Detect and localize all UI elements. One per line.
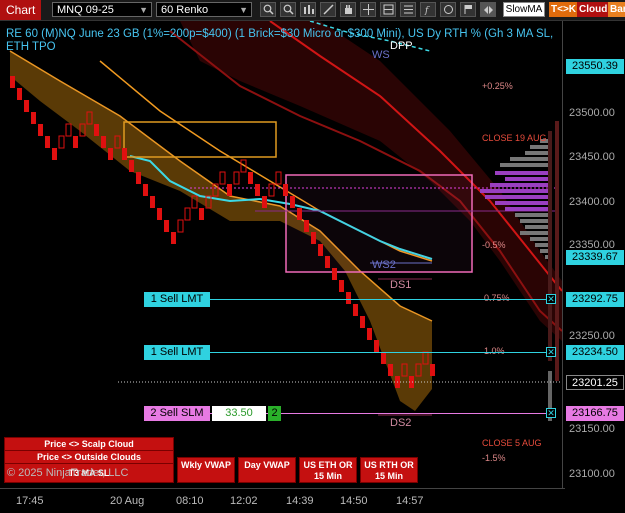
outside-clouds-button[interactable]: Price <> Outside Clouds (4, 450, 174, 464)
price-axis[interactable]: 23500.00 23450.00 23400.00 23350.00 2325… (562, 21, 625, 491)
ds1-label: DS1 (390, 279, 412, 291)
wkly-vwap-button[interactable]: Wkly VWAP (177, 457, 235, 483)
flag-icon (464, 5, 472, 14)
hand-tool-button[interactable] (340, 2, 356, 17)
us-rth-or-button[interactable]: US RTH OR 15 Min (360, 457, 418, 483)
pencil-icon (323, 4, 334, 15)
instrument-selector[interactable]: MNQ 09-25 ▼ (52, 2, 152, 17)
pct-025: +0.25% (482, 81, 513, 91)
time-axis-label: 14:39 (286, 495, 314, 507)
pct-m05: -0.5% (482, 240, 506, 250)
order-tag-2[interactable]: 1 Sell LMT (144, 345, 210, 360)
time-axis-label: 12:02 (230, 495, 258, 507)
crosshair-button[interactable] (360, 2, 376, 17)
pct-m15: -1.5% (482, 453, 506, 463)
price-tag-order-2: 23234.50 (566, 345, 624, 360)
trade-button[interactable] (460, 2, 476, 17)
zoom-in-button[interactable] (260, 2, 276, 17)
data-box-button[interactable] (380, 2, 396, 17)
price-axis-label: 23500.00 (569, 107, 615, 119)
price-axis-label: 23100.00 (569, 468, 615, 480)
close-5aug-label: CLOSE 5 AUG (482, 438, 542, 448)
pct-075: 0.75% (484, 293, 510, 303)
zoom-out-button[interactable] (280, 2, 296, 17)
copyright-text: © 2025 NinjaTrader, LLC (7, 467, 129, 479)
close-order-button[interactable]: ✕ (546, 294, 556, 304)
indicator-button[interactable]: SlowMA (503, 2, 545, 17)
bars-icon (304, 5, 314, 14)
function-icon: f (424, 6, 430, 15)
instrument-label: MNQ 09-25 (57, 4, 114, 16)
order-tag-3[interactable]: 2 Sell SLM (144, 406, 210, 421)
price-tag-order-1: 23292.75 (566, 292, 624, 307)
dpp-label: DPP (390, 40, 413, 52)
drawing-tools-button[interactable] (320, 2, 336, 17)
price-chart-svg[interactable] (0, 21, 565, 491)
strategies-button[interactable] (440, 2, 456, 17)
tk-toggle[interactable]: T<>K (549, 2, 579, 17)
arrows-icon (484, 6, 493, 14)
price-axis-label: 23150.00 (569, 423, 615, 435)
magnifier-icon (263, 4, 274, 15)
grid-icon (383, 4, 394, 15)
time-axis-label: 17:45 (16, 495, 44, 507)
time-axis[interactable]: 17:45 20 Aug 08:10 12:02 14:39 14:50 14:… (0, 488, 565, 513)
day-vwap-button[interactable]: Day VWAP (238, 457, 296, 483)
order-pnl: 33.50 (212, 406, 266, 421)
chart-window: Chart MNQ 09-25 ▼ 60 Renko ▼ f SlowMA T<… (0, 0, 625, 513)
time-axis-label: 14:50 (340, 495, 368, 507)
chart-toolbar: Chart MNQ 09-25 ▼ 60 Renko ▼ f SlowMA T<… (0, 0, 625, 21)
close-order-button[interactable]: ✕ (546, 347, 556, 357)
price-axis-label: 23400.00 (569, 196, 615, 208)
ws2-label: WS2 (372, 259, 396, 271)
magnifier-icon (283, 4, 294, 15)
price-axis-label: 23450.00 (569, 151, 615, 163)
price-tag-ma: 23339.67 (566, 250, 624, 265)
range-box-pink (285, 174, 473, 273)
chart-info-text: RE 60 (M)NQ June 23 GB (1%=200p=$400) (1… (6, 28, 554, 53)
price-tag-upper-band: 23550.39 (566, 59, 624, 74)
time-axis-label: 14:57 (396, 495, 424, 507)
order-qty[interactable]: 2 (268, 406, 281, 421)
close-19aug-label: CLOSE 19 AUG (482, 133, 547, 143)
indicators-button[interactable]: f (420, 2, 436, 17)
chart-trader-button[interactable] (480, 2, 496, 17)
period-label: 60 Renko (161, 4, 209, 16)
close-order-button[interactable]: ✕ (546, 408, 556, 418)
chart-panel[interactable]: RE 60 (M)NQ June 23 GB (1%=200p=$400) (1… (0, 21, 565, 491)
time-axis-label: 08:10 (176, 495, 204, 507)
renko-bricks (10, 76, 559, 388)
chart-title: Chart (0, 0, 42, 20)
chevron-down-icon: ▼ (139, 5, 148, 15)
price-axis-label: 23250.00 (569, 330, 615, 342)
ws-label: WS (372, 49, 390, 61)
crosshair-icon (363, 4, 374, 15)
bar-toggle[interactable]: Bar (608, 2, 625, 17)
svg-text:f: f (424, 6, 430, 15)
bar-style-button[interactable] (300, 2, 316, 17)
ds2-label: DS2 (390, 417, 412, 429)
time-axis-label: 20 Aug (110, 495, 145, 507)
price-tag-order-3: 23166.75 (566, 406, 624, 421)
hand-icon (345, 5, 352, 14)
list-icon (404, 5, 413, 14)
period-selector[interactable]: 60 Renko ▼ (156, 2, 252, 17)
pct-10: 1.0% (484, 346, 505, 356)
cloud-toggle[interactable]: Cloud (577, 2, 610, 17)
chevron-down-icon: ▼ (239, 5, 248, 15)
us-eth-or-button[interactable]: US ETH OR 15 Min (299, 457, 357, 483)
properties-button[interactable] (400, 2, 416, 17)
scalp-cloud-button[interactable]: Price <> Scalp Cloud (4, 437, 174, 451)
price-tag-last: 23201.25 (566, 375, 624, 390)
strategy-icon (444, 5, 453, 14)
order-tag-1[interactable]: 1 Sell LMT (144, 292, 210, 307)
